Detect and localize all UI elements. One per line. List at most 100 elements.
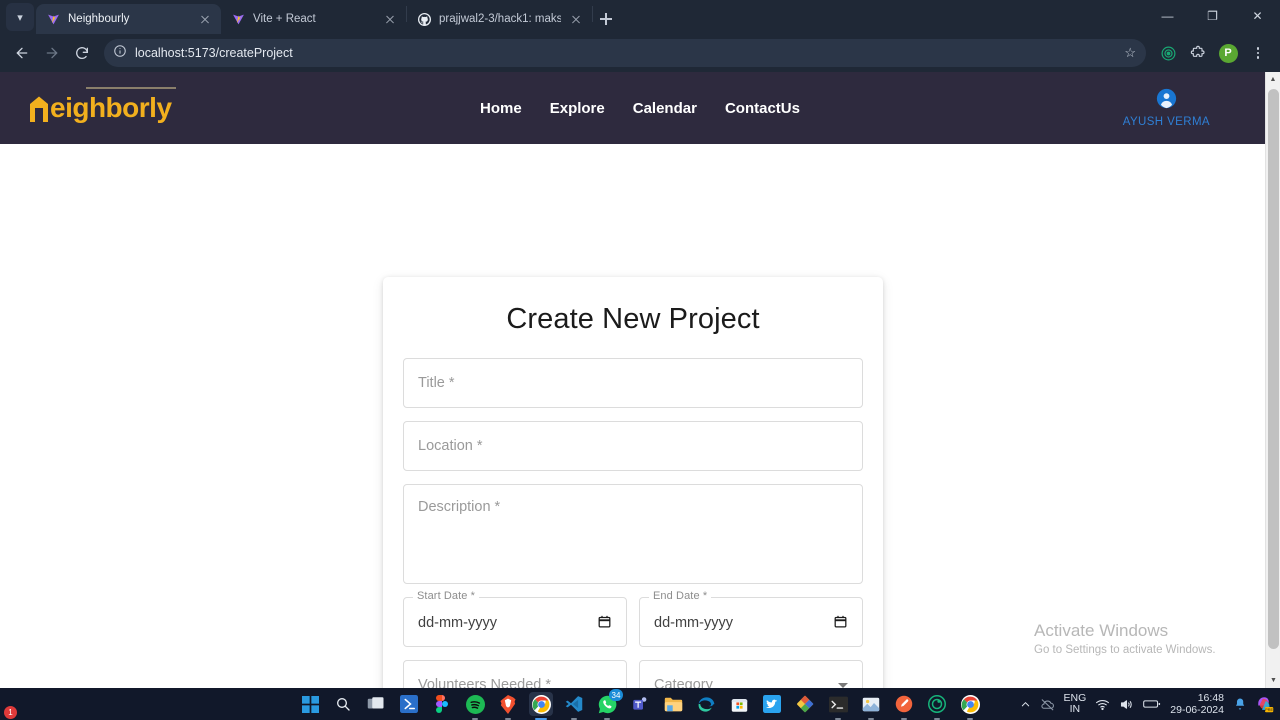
file-explorer-icon[interactable] (661, 692, 685, 716)
task-view-icon[interactable] (364, 692, 388, 716)
nav-link-explore[interactable]: Explore (550, 100, 605, 117)
figma-icon[interactable] (430, 692, 454, 716)
teams-icon[interactable] (628, 692, 652, 716)
app-green-icon[interactable] (925, 692, 949, 720)
whatsapp-icon[interactable]: 34 (595, 689, 623, 720)
taskbar-app-icons: 34 (298, 689, 982, 720)
site-info-icon[interactable] (113, 44, 127, 63)
account-circle-icon (1156, 88, 1177, 113)
close-icon[interactable] (382, 11, 398, 27)
language-line2: IN (1069, 703, 1081, 715)
new-tab-button[interactable] (593, 6, 619, 32)
title-field-wrapper: Title * (403, 358, 863, 408)
close-window-button[interactable]: ✕ (1235, 0, 1280, 32)
chrome-icon[interactable] (529, 692, 553, 720)
tab-strip: ▾ Neighbourly Vite + React prajjwal2-3/h… (0, 0, 1280, 34)
minimize-button[interactable]: — (1145, 0, 1190, 32)
nav-links: Home Explore Calendar ContactUs (480, 100, 800, 117)
page-title: Create New Project (506, 303, 760, 335)
twitter-icon[interactable] (760, 692, 784, 716)
chrome-icon-2[interactable] (958, 692, 982, 720)
photos-icon[interactable] (859, 692, 883, 720)
powershell-icon[interactable] (397, 692, 421, 716)
start-date-input[interactable]: dd-mm-yyyy (403, 597, 627, 647)
browser-window: ▾ Neighbourly Vite + React prajjwal2-3/h… (0, 0, 1280, 688)
location-field-wrapper: Location * (403, 421, 863, 471)
browser-toolbar: localhost:5173/createProject ☆ P (0, 34, 1280, 72)
nav-link-contactus[interactable]: ContactUs (725, 100, 800, 117)
tray-overflow-icon[interactable] (1020, 699, 1031, 710)
battery-icon[interactable] (1143, 698, 1161, 710)
house-letter-icon (28, 93, 50, 123)
vscode-icon[interactable] (562, 692, 586, 720)
description-field-wrapper: Description * (403, 484, 863, 584)
category-select[interactable]: Category (639, 660, 863, 688)
description-textarea[interactable]: Description * (403, 484, 863, 584)
nav-link-calendar[interactable]: Calendar (633, 100, 697, 117)
browser-tab-3[interactable]: prajjwal2-3/hack1: maksad has (407, 4, 592, 34)
svg-text:PRE: PRE (1265, 708, 1273, 712)
page-scrollbar[interactable]: ▲ ▼ (1265, 72, 1280, 688)
close-icon[interactable] (568, 11, 584, 27)
site-logo[interactable]: eighborly (28, 87, 176, 124)
browser-tab-1[interactable]: Neighbourly (36, 4, 221, 34)
spotify-icon[interactable] (463, 692, 487, 720)
notification-bell-icon[interactable] (1233, 697, 1247, 711)
reload-icon[interactable] (68, 39, 96, 67)
notification-count: 1 (4, 706, 17, 719)
whatsapp-badge: 34 (609, 689, 623, 701)
address-bar[interactable]: localhost:5173/createProject ☆ (104, 39, 1146, 67)
end-date-value: dd-mm-yyyy (654, 615, 733, 631)
close-icon[interactable] (197, 11, 213, 27)
scroll-up-arrow[interactable]: ▲ (1266, 72, 1280, 87)
extensions-puzzle-icon[interactable] (1184, 39, 1212, 67)
clock-time: 16:48 (1197, 691, 1224, 704)
target-extension-icon[interactable] (1154, 39, 1182, 67)
search-icon[interactable] (331, 692, 355, 716)
title-input[interactable]: Title * (403, 358, 863, 408)
start-date-field-wrapper: Start Date * dd-mm-yyyy (403, 590, 627, 647)
vlc-icon[interactable] (793, 692, 817, 716)
volunteers-field-wrapper: Volunteers Needed * (403, 660, 627, 688)
clock[interactable]: 16:48 29-06-2024 (1170, 692, 1224, 716)
clock-date: 29-06-2024 (1170, 704, 1224, 716)
url-text: localhost:5173/createProject (135, 46, 293, 60)
back-icon[interactable] (8, 39, 36, 67)
language-indicator[interactable]: ENG IN (1064, 692, 1087, 715)
date-row: Start Date * dd-mm-yyyy End Date * dd-mm… (403, 590, 863, 647)
microsoft-store-icon[interactable] (727, 692, 751, 716)
edge-icon[interactable] (694, 692, 718, 716)
calendar-icon[interactable] (597, 614, 612, 633)
vite-icon (231, 12, 246, 27)
user-menu[interactable]: AYUSH VERMA (1123, 88, 1210, 128)
location-input[interactable]: Location * (403, 421, 863, 471)
postman-icon[interactable] (892, 692, 916, 720)
nav-link-home[interactable]: Home (480, 100, 522, 117)
terminal-icon[interactable] (826, 692, 850, 720)
onedrive-muted-icon[interactable] (1040, 698, 1055, 711)
github-icon (417, 12, 432, 27)
scrollbar-thumb[interactable] (1268, 89, 1279, 649)
chevron-down-icon (838, 682, 848, 688)
profile-avatar[interactable]: P (1214, 39, 1242, 67)
start-button-icon[interactable] (298, 692, 322, 716)
kebab-icon (1256, 47, 1260, 59)
end-date-input[interactable]: dd-mm-yyyy (639, 597, 863, 647)
scroll-down-arrow[interactable]: ▼ (1266, 673, 1280, 688)
browser-tab-2[interactable]: Vite + React (221, 4, 406, 34)
pip-app-icon[interactable]: PRE (1256, 695, 1274, 713)
watermark-title: Activate Windows (1034, 621, 1169, 640)
maximize-button[interactable]: ❐ (1190, 0, 1235, 32)
forward-icon[interactable] (38, 39, 66, 67)
volunteers-input[interactable]: Volunteers Needed * (403, 660, 627, 688)
tab-search-button[interactable]: ▾ (6, 3, 34, 31)
category-select-value: Category (654, 677, 713, 688)
wifi-icon[interactable] (1095, 698, 1110, 711)
brave-icon[interactable] (496, 692, 520, 720)
start-date-label: Start Date * (413, 590, 480, 602)
calendar-icon[interactable] (833, 614, 848, 633)
volume-icon[interactable] (1119, 698, 1134, 711)
bookmark-star-icon[interactable]: ☆ (1124, 45, 1136, 61)
browser-menu-button[interactable] (1244, 39, 1272, 67)
taskbar-notification-badge[interactable]: 1 (4, 706, 17, 719)
